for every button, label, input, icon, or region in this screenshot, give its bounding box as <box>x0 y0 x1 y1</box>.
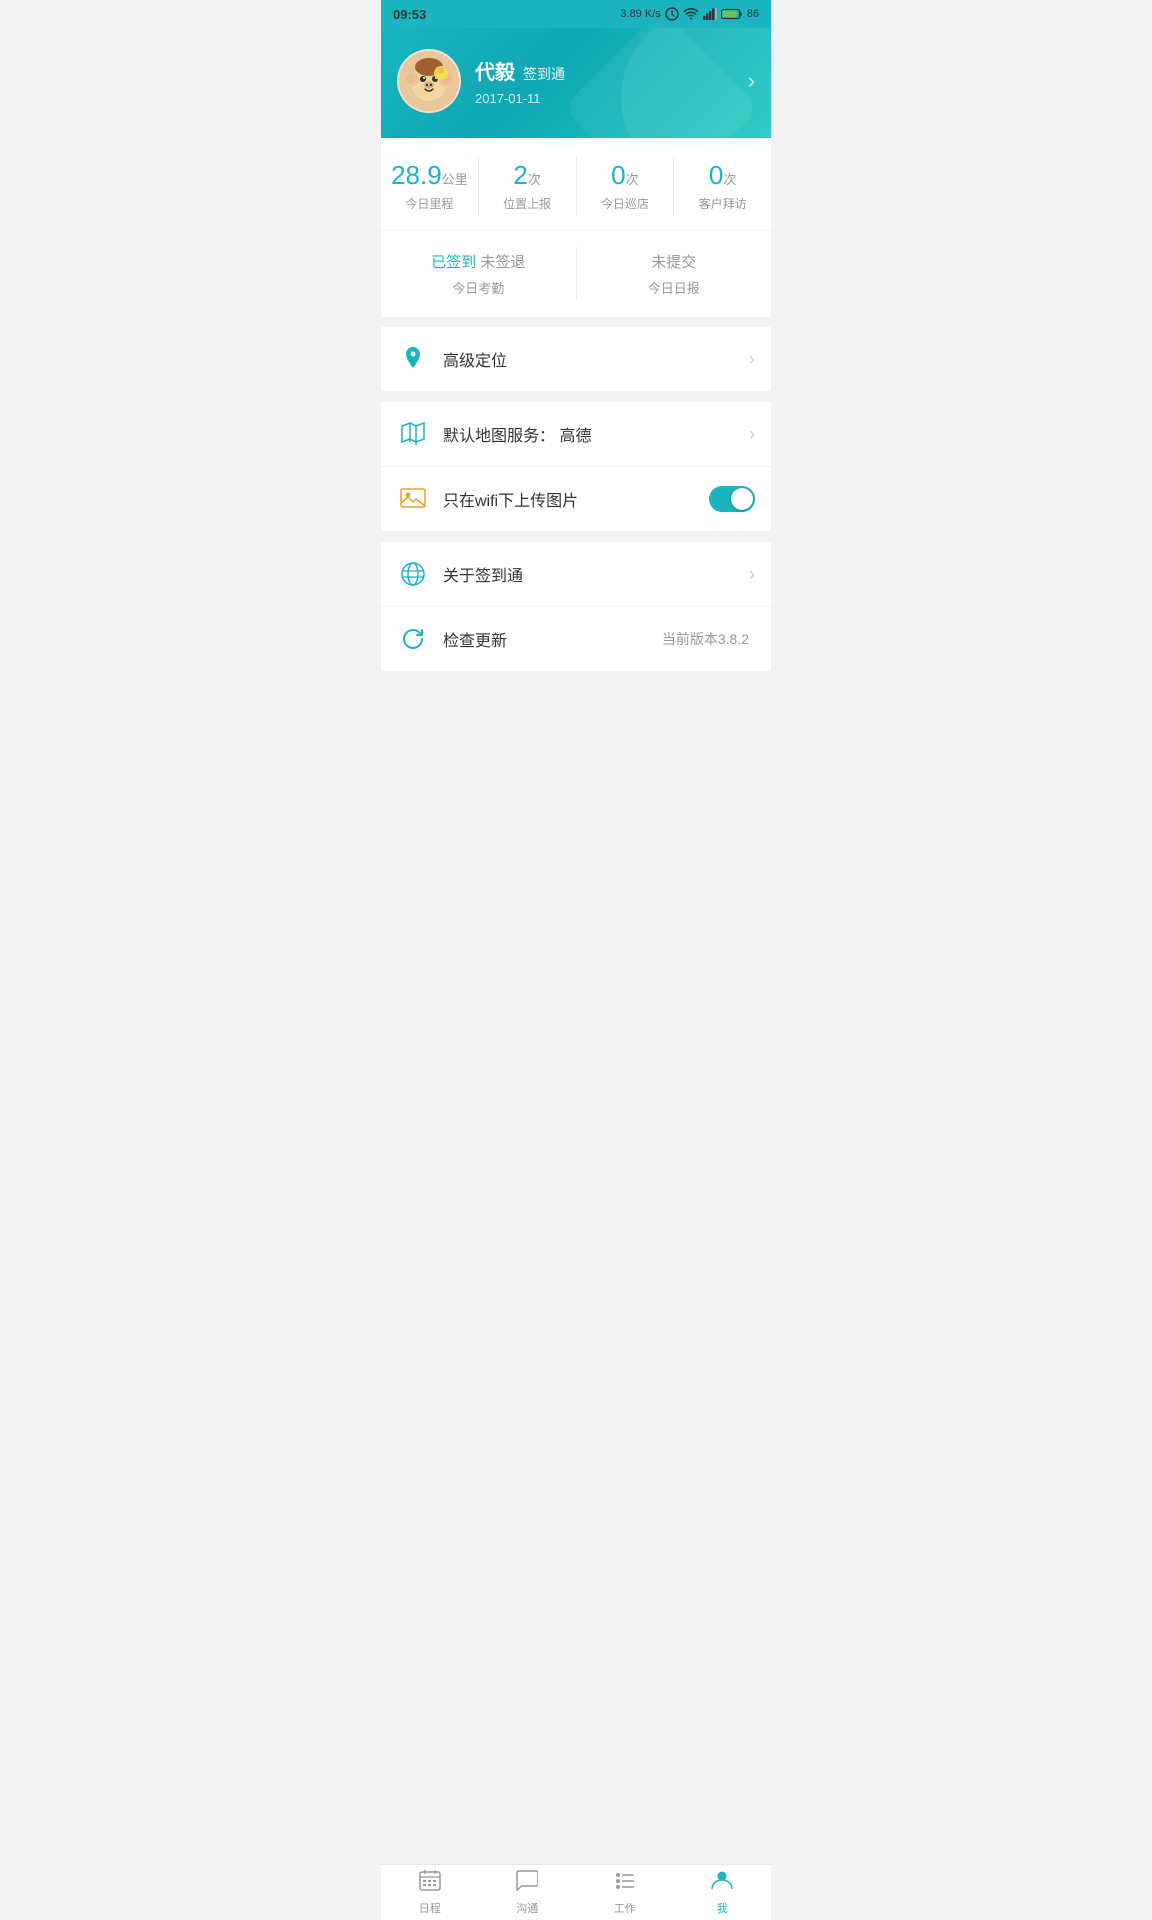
user-name-row: 代毅 签到通 <box>475 56 565 85</box>
stat-location-value: 2次 <box>487 160 568 191</box>
stat-patrol-unit: 次 <box>626 172 639 187</box>
app-name: 签到通 <box>523 64 565 84</box>
section-divider-1 <box>381 317 771 327</box>
nav-label-schedule: 日程 <box>419 1900 441 1916</box>
menu-item-location[interactable]: 高级定位 › <box>381 327 771 391</box>
attendance-section: 已签到 未签退 今日考勤 未提交 今日日报 <box>381 231 771 317</box>
nav-item-schedule[interactable]: 日程 <box>381 1865 479 1920</box>
stat-distance: 28.9公里 今日里程 <box>381 156 479 216</box>
nav-label-work: 工作 <box>614 1900 636 1916</box>
attendance-report: 未提交 今日日报 <box>577 247 772 301</box>
avatar-image <box>399 51 459 111</box>
menu-about-arrow: › <box>749 564 755 585</box>
refresh-icon <box>397 623 429 655</box>
stat-distance-value: 28.9公里 <box>389 160 470 191</box>
chat-icon <box>516 1869 538 1897</box>
nav-item-work[interactable]: 工作 <box>576 1865 674 1920</box>
clock-icon <box>665 7 679 21</box>
menu-section-1: 高级定位 › <box>381 327 771 391</box>
status-right: 3.89 K/s 86 <box>620 7 759 21</box>
person-icon <box>711 1869 733 1897</box>
menu-item-map[interactable]: 默认地图服务： 高德 › <box>381 402 771 467</box>
stats-section: 28.9公里 今日里程 2次 位置上报 0次 今日巡店 0次 客户拜访 <box>381 138 771 230</box>
signed-in-text: 已签到 <box>431 254 476 271</box>
stat-distance-label: 今日里程 <box>389 195 470 212</box>
stat-distance-unit: 公里 <box>442 172 468 187</box>
attendance-status: 已签到 未签退 <box>397 251 560 272</box>
location-icon <box>397 343 429 375</box>
stat-location-unit: 次 <box>528 172 541 187</box>
header-left: 代毅 签到通 2017-01-11 <box>397 49 565 113</box>
report-status: 未提交 <box>593 251 756 272</box>
signal-icon <box>703 8 717 20</box>
network-speed: 3.89 K/s <box>620 8 660 20</box>
avatar <box>397 49 461 113</box>
menu-map-text: 默认地图服务： 高德 <box>443 422 749 446</box>
stat-patrol: 0次 今日巡店 <box>577 156 675 216</box>
user-name: 代毅 <box>475 56 515 85</box>
menu-item-update[interactable]: 检查更新 当前版本3.8.2 <box>381 607 771 671</box>
menu-about-text: 关于签到通 <box>443 562 749 586</box>
status-time: 09:53 <box>393 7 426 22</box>
menu-update-version: 当前版本3.8.2 <box>662 629 749 649</box>
menu-wifi-text: 只在wifi下上传图片 <box>443 487 709 511</box>
menu-location-text: 高级定位 <box>443 347 749 371</box>
attendance-label: 今日考勤 <box>397 278 560 297</box>
nav-label-communicate: 沟通 <box>516 1900 538 1916</box>
nav-item-communicate[interactable]: 沟通 <box>479 1865 577 1920</box>
menu-section-2: 默认地图服务： 高德 › 只在wifi下上传图片 <box>381 402 771 531</box>
section-divider-2 <box>381 392 771 402</box>
globe-icon <box>397 558 429 590</box>
menu-item-about[interactable]: 关于签到通 › <box>381 542 771 607</box>
stat-visit: 0次 客户拜访 <box>674 156 771 216</box>
stat-visit-label: 客户拜访 <box>682 195 763 212</box>
stat-location-label: 位置上报 <box>487 195 568 212</box>
battery-icon <box>721 8 743 20</box>
stat-patrol-label: 今日巡店 <box>585 195 666 212</box>
not-submitted-text: 未提交 <box>651 254 696 271</box>
stat-visit-value: 0次 <box>682 160 763 191</box>
profile-header[interactable]: 代毅 签到通 2017-01-11 › <box>381 28 771 138</box>
wifi-toggle[interactable] <box>709 486 755 512</box>
battery-level: 86 <box>747 8 759 20</box>
nav-item-me[interactable]: 我 <box>674 1865 772 1920</box>
calendar-icon <box>419 1869 441 1897</box>
nav-label-me: 我 <box>717 1900 728 1916</box>
menu-item-wifi-upload[interactable]: 只在wifi下上传图片 <box>381 467 771 531</box>
avatar-svg <box>399 51 459 111</box>
status-bar: 09:53 3.89 K/s <box>381 0 771 28</box>
stat-patrol-value: 0次 <box>585 160 666 191</box>
wifi-icon <box>683 8 699 20</box>
attendance-checkin: 已签到 未签退 今日考勤 <box>381 247 577 301</box>
not-signed-text: 未签退 <box>480 254 525 271</box>
header-chevron-right[interactable]: › <box>748 68 755 94</box>
toggle-knob <box>731 488 753 510</box>
stat-visit-unit: 次 <box>723 172 736 187</box>
stat-location: 2次 位置上报 <box>479 156 577 216</box>
user-date: 2017-01-11 <box>475 91 565 106</box>
menu-section-3: 关于签到通 › 检查更新 当前版本3.8.2 <box>381 542 771 671</box>
menu-location-arrow: › <box>749 349 755 370</box>
user-info: 代毅 签到通 2017-01-11 <box>475 56 565 106</box>
section-divider-3 <box>381 532 771 542</box>
list-icon <box>614 1869 636 1897</box>
menu-map-arrow: › <box>749 424 755 445</box>
menu-update-text: 检查更新 <box>443 627 662 651</box>
map-icon <box>397 418 429 450</box>
bottom-nav: 日程 沟通 工作 我 <box>381 1864 771 1920</box>
report-label: 今日日报 <box>593 278 756 297</box>
image-icon <box>397 483 429 515</box>
